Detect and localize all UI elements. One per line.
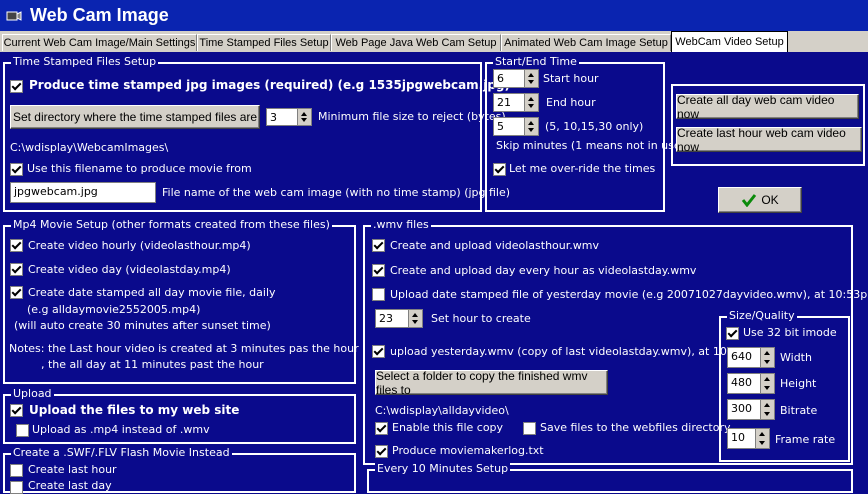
timestamp-directory-path: C:\wdisplay\WebcamImages\ (10, 141, 169, 154)
video-hourly-label: Create video hourly (videolasthour.mp4) (28, 239, 251, 252)
wmv-label: .wmv files (371, 218, 431, 231)
swf-last-hour-checkbox[interactable] (10, 464, 23, 477)
create-all-day-button[interactable]: Create all day web cam video now (676, 93, 859, 121)
override-times-label: Let me over-ride the times (509, 162, 656, 175)
save-webfiles-checkbox[interactable] (523, 422, 536, 435)
upload-mp4-label: Upload as .mp4 instead of .wmv (32, 423, 210, 436)
every10-group: Every 10 Minutes Setup (367, 462, 853, 493)
dated-movie-label: Create date stamped all day movie file, … (28, 286, 276, 299)
size-quality-label: Size/Quality (727, 309, 797, 322)
height-value: 480 (731, 376, 752, 389)
end-hour-label: End hour (546, 96, 596, 109)
dated-movie-example: (e.g alldaymovie2552005.mp4) (27, 303, 201, 316)
bitrate-value: 300 (731, 402, 752, 415)
upload-mp4-checkbox[interactable] (16, 424, 29, 437)
width-label: Width (780, 351, 812, 364)
tab-main-settings[interactable]: Current Web Cam Image/Main Settings (2, 34, 197, 51)
skip-minutes-spinner[interactable]: 5 (493, 117, 539, 136)
tab-animated-web-cam[interactable]: Animated Web Cam Image Setup (501, 34, 671, 51)
start-end-label: Start/End Time (493, 55, 579, 68)
use-filename-label: Use this filename to produce movie from (27, 162, 252, 175)
bitrate-label: Bitrate (780, 404, 818, 417)
start-hour-label: Start hour (543, 72, 599, 85)
end-hour-value: 21 (497, 96, 511, 109)
upload-yesterday-label: upload yesterday.wmv (copy of last video… (390, 345, 763, 358)
skip-minutes-label: Skip minutes (1 means not in use) (496, 139, 685, 152)
framerate-spinner[interactable]: 10 (727, 428, 770, 449)
override-times-checkbox[interactable] (493, 163, 506, 176)
mp4-notes-line1: Notes: the Last hour video is created at… (9, 342, 359, 355)
produce-log-label: Produce moviemakerlog.txt (392, 444, 544, 457)
set-hour-label: Set hour to create (431, 312, 531, 325)
bitrate-spinner[interactable]: 300 (727, 399, 775, 420)
ok-label: OK (761, 193, 779, 207)
set-hour-spinner[interactable]: 23 (375, 309, 423, 328)
enable-copy-label: Enable this file copy (392, 421, 504, 434)
start-hour-value: 6 (497, 72, 504, 85)
ok-button[interactable]: OK (718, 187, 802, 213)
video-day-label: Create video day (videolastday.mp4) (28, 263, 231, 276)
framerate-label: Frame rate (775, 433, 836, 446)
set-directory-button[interactable]: Set directory where the time stamped fil… (10, 105, 260, 129)
tab-time-stamped-files[interactable]: Time Stamped Files Setup (197, 34, 331, 51)
width-spinner[interactable]: 640 (727, 347, 775, 368)
end-hour-spinner[interactable]: 21 (493, 93, 539, 112)
every10-label: Every 10 Minutes Setup (375, 462, 511, 475)
save-webfiles-label: Save files to the webfiles directory (540, 421, 731, 434)
produce-timestamped-checkbox[interactable] (10, 80, 23, 93)
skip-minutes-hint: (5, 10,15,30 only) (545, 120, 644, 133)
window-title: Web Cam Image (30, 5, 169, 25)
video-day-checkbox[interactable] (10, 263, 23, 276)
min-size-label: Minimum file size to reject (bytes) (318, 110, 506, 123)
min-size-spinner[interactable]: 3 (266, 108, 312, 126)
filename-desc: File name of the web cam image (with no … (162, 186, 511, 199)
swf-last-day-label: Create last day (28, 479, 112, 492)
use-filename-checkbox[interactable] (10, 163, 23, 176)
upload-yesterday-checkbox[interactable] (372, 345, 385, 358)
upload-dated-wmv-checkbox[interactable] (372, 288, 385, 301)
produce-log-checkbox[interactable] (375, 445, 388, 458)
upload-lasthour-wmv-checkbox[interactable] (372, 239, 385, 252)
time-stamped-label: Time Stamped Files Setup (11, 55, 159, 68)
tab-java-web-cam[interactable]: Web Page Java Web Cam Setup (331, 34, 501, 51)
title-bar: Web Cam Image (0, 0, 868, 31)
wmv-folder-path: C:\wdisplay\alldayvideo\ (375, 404, 509, 417)
checkmark-icon (742, 194, 757, 207)
video-hourly-checkbox[interactable] (10, 239, 23, 252)
use32bit-label: Use 32 bit imode (743, 326, 837, 339)
upload-files-checkbox[interactable] (10, 404, 23, 417)
height-label: Height (780, 377, 817, 390)
tab-webcam-video-setup[interactable]: WebCam Video Setup (671, 31, 788, 52)
min-size-value: 3 (270, 111, 277, 124)
mp4-label: Mp4 Movie Setup (other formats created f… (11, 218, 332, 231)
upload-day-wmv-checkbox[interactable] (372, 264, 385, 277)
height-spinner[interactable]: 480 (727, 373, 775, 394)
upload-lasthour-wmv-label: Create and upload videolasthour.wmv (390, 239, 599, 252)
swf-last-hour-label: Create last hour (28, 463, 117, 476)
upload-day-wmv-label: Create and upload day every hour as vide… (390, 264, 697, 277)
webcam-app-icon (6, 10, 22, 21)
mp4-notes-line2: , the all day at 11 minutes past the hou… (41, 358, 264, 371)
create-last-hour-button[interactable]: Create last hour web cam video now (676, 126, 862, 154)
upload-group: Upload (3, 387, 356, 444)
upload-dated-wmv-label: Upload date stamped file of yesterday mo… (390, 288, 868, 301)
upload-label: Upload (11, 387, 54, 400)
swf-label: Create a .SWF/.FLV Flash Movie Instead (11, 446, 232, 459)
dated-movie-checkbox[interactable] (10, 286, 23, 299)
framerate-value: 10 (731, 431, 745, 444)
set-hour-value: 23 (379, 312, 393, 325)
width-value: 640 (731, 350, 752, 363)
select-folder-button[interactable]: Select a folder to copy the finished wmv… (375, 369, 608, 397)
swf-last-day-checkbox[interactable] (10, 481, 23, 494)
dated-movie-note: (will auto create 30 minutes after sunse… (14, 319, 271, 332)
upload-files-label: Upload the files to my web site (29, 403, 240, 417)
produce-timestamped-label: Produce time stamped jpg images (require… (29, 78, 511, 92)
enable-copy-checkbox[interactable] (375, 422, 388, 435)
start-hour-spinner[interactable]: 6 (493, 69, 539, 88)
use32bit-checkbox[interactable] (726, 327, 739, 340)
filename-input[interactable]: jpgwebcam.jpg (10, 182, 156, 203)
skip-minutes-value: 5 (497, 120, 504, 133)
tab-strip: Current Web Cam Image/Main Settings Time… (0, 31, 868, 52)
